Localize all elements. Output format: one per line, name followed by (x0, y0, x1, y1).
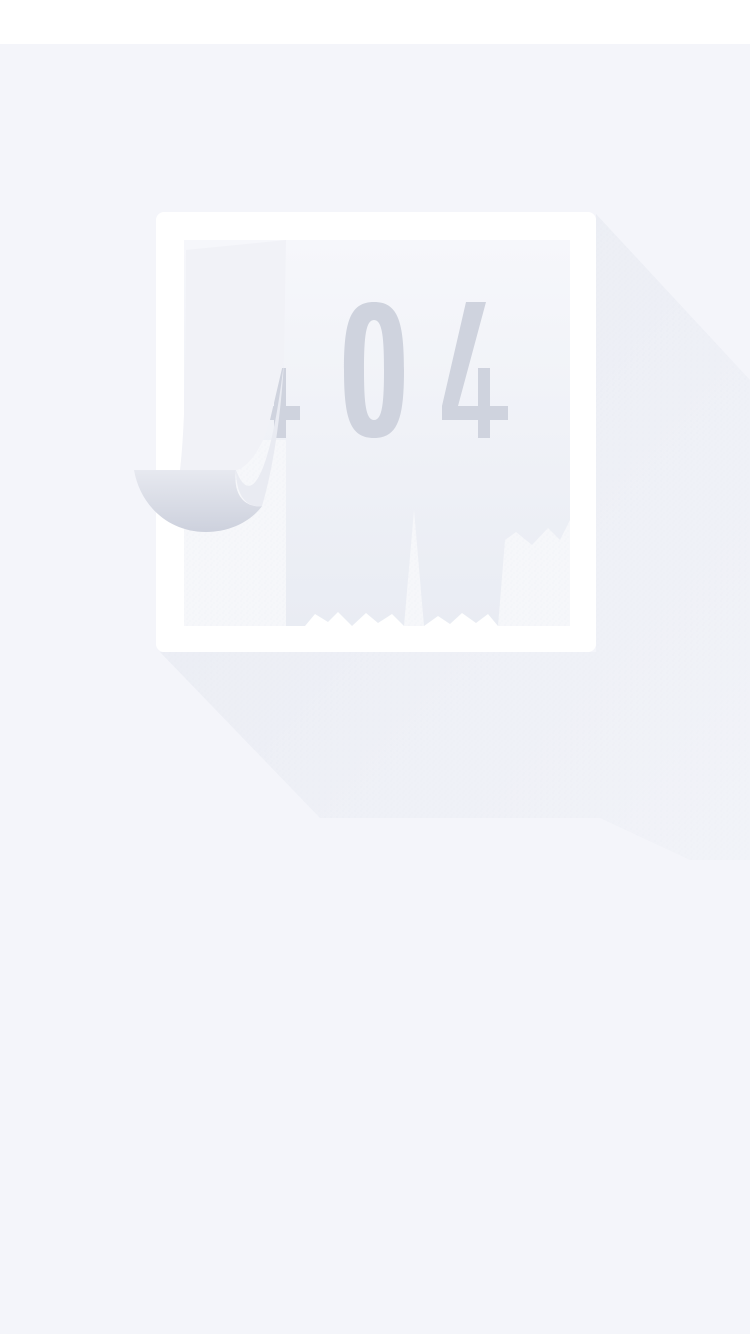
error-code: 404 (184, 285, 570, 453)
error-page: 404 (0, 0, 750, 1334)
error-404-illustration (134, 212, 750, 860)
